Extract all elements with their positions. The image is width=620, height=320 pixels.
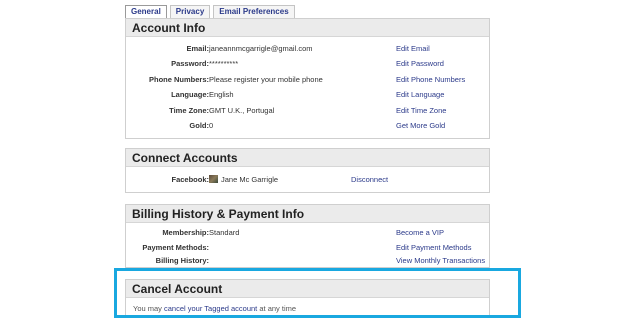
edit-password-link[interactable]: Edit Password bbox=[396, 58, 444, 70]
phone-label: Phone Numbers: bbox=[148, 75, 209, 84]
language-row: Language: English Edit Language bbox=[126, 89, 491, 101]
facebook-name: Jane Mc Garrigle bbox=[221, 175, 279, 184]
password-row: Password: ********** Edit Password bbox=[126, 58, 491, 70]
disconnect-link[interactable]: Disconnect bbox=[351, 174, 388, 186]
cancel-account-highlight bbox=[114, 268, 521, 318]
tab-privacy[interactable]: Privacy bbox=[169, 5, 211, 19]
email-value: janeannmcgarrigle@gmail.com bbox=[209, 44, 313, 53]
gold-label: Gold: bbox=[189, 121, 209, 130]
edit-payment-methods-link[interactable]: Edit Payment Methods bbox=[396, 242, 471, 254]
gold-value: 0 bbox=[209, 121, 214, 130]
membership-row: Membership: Standard Become a VIP bbox=[126, 227, 491, 239]
language-value: English bbox=[209, 90, 234, 99]
edit-language-link[interactable]: Edit Language bbox=[396, 89, 444, 101]
membership-value: Standard bbox=[209, 228, 240, 237]
settings-tabs: General Privacy Email Preferences bbox=[125, 5, 295, 19]
connect-accounts-title: Connect Accounts bbox=[126, 149, 489, 167]
membership-label: Membership: bbox=[162, 228, 209, 237]
password-label: Password: bbox=[171, 59, 209, 68]
tab-email-preferences[interactable]: Email Preferences bbox=[213, 5, 295, 19]
password-value: ********** bbox=[209, 59, 239, 68]
connect-accounts-section: Connect Accounts Facebook: Jane Mc Garri… bbox=[125, 148, 490, 193]
view-monthly-transactions-link[interactable]: View Monthly Transactions bbox=[396, 255, 485, 267]
phone-row: Phone Numbers: Please register your mobi… bbox=[126, 74, 491, 86]
facebook-label: Facebook: bbox=[171, 175, 209, 184]
time-zone-label: Time Zone: bbox=[169, 106, 209, 115]
account-info-section: Account Info Email: janeannmcgarrigle@gm… bbox=[125, 18, 490, 139]
billing-history-row: Billing History: View Monthly Transactio… bbox=[126, 255, 491, 267]
facebook-account: Jane Mc Garrigle bbox=[209, 174, 278, 186]
email-label: Email: bbox=[186, 44, 209, 53]
edit-phone-link[interactable]: Edit Phone Numbers bbox=[396, 74, 465, 86]
billing-title: Billing History & Payment Info bbox=[126, 205, 489, 223]
billing-section: Billing History & Payment Info Membershi… bbox=[125, 204, 490, 268]
language-label: Language: bbox=[171, 90, 209, 99]
edit-email-link[interactable]: Edit Email bbox=[396, 43, 430, 55]
time-zone-row: Time Zone: GMT U.K., Portugal Edit Time … bbox=[126, 105, 491, 117]
get-more-gold-link[interactable]: Get More Gold bbox=[396, 120, 445, 132]
tab-general[interactable]: General bbox=[125, 5, 167, 19]
time-zone-value: GMT U.K., Portugal bbox=[209, 106, 275, 115]
payment-methods-row: Payment Methods: Edit Payment Methods bbox=[126, 242, 491, 254]
email-row: Email: janeannmcgarrigle@gmail.com Edit … bbox=[126, 43, 491, 55]
account-info-title: Account Info bbox=[126, 19, 489, 37]
payment-methods-label: Payment Methods: bbox=[142, 243, 209, 252]
gold-row: Gold: 0 Get More Gold bbox=[126, 120, 491, 132]
edit-time-zone-link[interactable]: Edit Time Zone bbox=[396, 105, 446, 117]
facebook-row: Facebook: Jane Mc Garrigle Disconnect bbox=[126, 174, 491, 186]
phone-value: Please register your mobile phone bbox=[209, 75, 323, 84]
billing-history-label: Billing History: bbox=[155, 256, 209, 265]
facebook-avatar bbox=[209, 175, 218, 183]
become-vip-link[interactable]: Become a VIP bbox=[396, 227, 444, 239]
